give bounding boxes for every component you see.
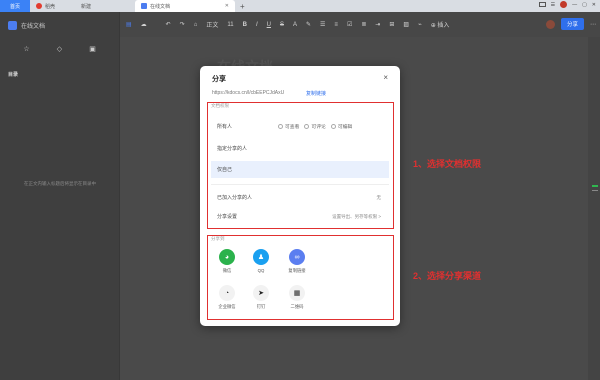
wecom-icon: ◔ [219, 285, 235, 301]
highlight-icon[interactable]: ✎ [306, 21, 311, 28]
docer-icon [36, 3, 42, 9]
user-avatar[interactable] [545, 19, 555, 29]
outline-empty-hint: 在正文内输入标题后将显示在目录中 [24, 181, 96, 186]
browser-tab-strip: 首页 稻壳 新建 在线文档 ✕ + ☰ — ▢ ✕ [0, 0, 600, 12]
copy-link-button[interactable]: 复制链接 [306, 90, 326, 97]
image-icon[interactable]: ▨ [403, 21, 409, 28]
permission-row-everyone[interactable]: 所有人 可查看 可评论 可编辑 [211, 118, 389, 135]
new-tab-button[interactable]: + [235, 2, 250, 11]
annotation-step2: 2、选择分享渠道 [413, 271, 482, 281]
strikethrough-icon[interactable]: S [280, 22, 284, 28]
editor-toolbar: ▤ ☁ ↶ ↷ ⌂ 正文 11 B I U S A ✎ ☰ ≡ ☑ ≣ ⇥ ⊞ … [120, 12, 600, 37]
channel-dingtalk[interactable]: ➤ 钉钉 [248, 285, 274, 310]
share-settings-row[interactable]: 分享设置 设置导出、另存等权限 > [211, 208, 389, 225]
toolbar-right: 分享 ⋯ [545, 18, 596, 30]
permission-row-only-me[interactable]: 仅自己 [211, 161, 389, 178]
numbered-list-icon[interactable]: ≡ [334, 22, 338, 28]
radio-circle-icon [278, 124, 283, 129]
permission-radio-group: 可查看 可评论 可编辑 [278, 123, 352, 130]
star-icon[interactable]: ☆ [16, 45, 38, 55]
insert-button[interactable]: ⊕ 插入 [431, 20, 450, 29]
joined-users-row[interactable]: 已加入分享的人 无 [211, 189, 389, 206]
sidebar-toggle-icon[interactable]: ▤ [126, 21, 132, 28]
checklist-icon[interactable]: ☑ [347, 21, 352, 28]
font-size-select[interactable]: 11 [227, 22, 233, 28]
annotation-step1: 1、选择文档权限 [413, 159, 482, 169]
channel-qrcode[interactable]: ▦ 二维码 [284, 285, 310, 310]
bold-icon[interactable]: B [243, 22, 247, 28]
share-dialog-title: 分享 [212, 76, 226, 83]
status-marker-line [592, 190, 598, 191]
channel-qq[interactable]: ♟ QQ [248, 249, 274, 273]
qq-icon: ♟ [253, 249, 269, 265]
tag-icon[interactable]: ◇ [49, 45, 71, 55]
radio-edit[interactable]: 可编辑 [330, 123, 352, 130]
browser-tab-online-doc[interactable]: 在线文档 ✕ [135, 0, 235, 12]
permission-divider [211, 184, 389, 185]
bullet-list-icon[interactable]: ☰ [320, 21, 325, 28]
storage-icon[interactable]: ▣ [82, 45, 104, 55]
redo-icon[interactable]: ↷ [180, 21, 185, 28]
channel-section-label: 分享到 [211, 236, 225, 241]
browser-tab-home[interactable]: 首页 [0, 0, 30, 12]
radio-circle-icon [304, 124, 310, 129]
align-icon[interactable]: ≣ [361, 21, 366, 28]
permission-section-label: 文档权限 [211, 103, 229, 108]
qrcode-icon: ▦ [289, 285, 305, 301]
more-icon[interactable]: ⋯ [590, 21, 596, 28]
sidebar-title: 在线文档 [21, 24, 46, 30]
sidebar-icon-bar: ☆ ◇ ▣ [0, 39, 119, 61]
channel-wechat[interactable]: ◕ 微信 [214, 249, 240, 274]
right-rail [588, 37, 600, 380]
doc-logo-icon [8, 21, 17, 30]
wechat-icon: ◕ [219, 249, 235, 265]
radio-circle-icon [330, 124, 336, 129]
avatar[interactable] [560, 1, 568, 8]
permission-row-specified[interactable]: 指定分享的人 [211, 140, 389, 157]
close-icon[interactable]: × [383, 73, 388, 82]
share-button[interactable]: 分享 [560, 18, 584, 30]
font-color-icon[interactable]: A [293, 22, 297, 28]
sidebar-header: 在线文档 [0, 12, 119, 39]
browser-tab-new[interactable]: 新建 [75, 0, 135, 12]
close-tab-icon[interactable]: ✕ [225, 3, 229, 9]
indent-icon[interactable]: ⇥ [375, 21, 380, 28]
dingtalk-icon: ➤ [253, 285, 269, 301]
italic-icon[interactable]: I [256, 22, 258, 28]
text-style-select[interactable]: 正文 [206, 20, 218, 29]
browser-tab-docer[interactable]: 稻壳 [30, 0, 75, 12]
close-window-icon[interactable]: ✕ [592, 2, 596, 8]
channel-wecom[interactable]: ◔ 企业微信 [214, 285, 240, 310]
radio-view[interactable]: 可查看 [278, 123, 299, 130]
menu-icon[interactable]: ☰ [551, 2, 555, 8]
status-marker [592, 185, 598, 187]
table-icon[interactable]: ⊞ [389, 21, 394, 28]
link-tool-icon[interactable]: ⌁ [418, 21, 422, 28]
maximize-icon[interactable]: ▢ [582, 2, 587, 8]
cloud-icon[interactable]: ☁ [141, 21, 147, 28]
underline-icon[interactable]: U [267, 22, 271, 28]
minimize-icon[interactable]: — [572, 2, 577, 8]
sidebar: 在线文档 ☆ ◇ ▣ 目录 在正文内输入标题后将显示在目录中 [0, 12, 120, 380]
layout-icon[interactable] [538, 2, 546, 7]
radio-comment[interactable]: 可评论 [304, 123, 326, 130]
doc-icon [141, 3, 147, 9]
format-painter-icon[interactable]: ⌂ [194, 22, 198, 28]
link-icon: ∞ [289, 249, 305, 265]
undo-icon[interactable]: ↶ [166, 21, 171, 28]
share-link-text: https://kdocs.cn/l/cbEEPCJdAxU [212, 90, 285, 96]
outline-heading: 目录 [8, 72, 19, 78]
channel-copy-link[interactable]: ∞ 复制链接 [284, 249, 310, 274]
window-controls: ☰ — ▢ ✕ [538, 1, 596, 8]
